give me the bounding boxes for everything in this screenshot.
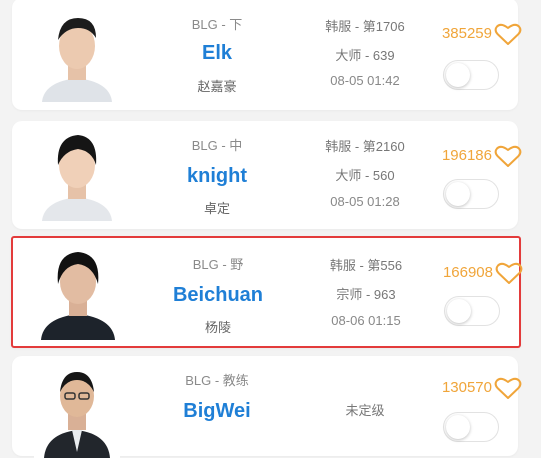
player-card[interactable]: BLG - 下 Elk 赵嘉豪 韩服 - 第1706 大师 - 639 08-0… <box>12 0 522 110</box>
tier-score: 大师 - 639 <box>335 48 395 63</box>
follow-toggle[interactable] <box>443 412 499 442</box>
toggle-knob <box>446 182 470 206</box>
heart-outline-icon[interactable] <box>494 22 522 46</box>
follow-toggle[interactable] <box>443 60 499 90</box>
team-role: BLG - 下 <box>191 17 243 32</box>
team-role: BLG - 野 <box>192 257 244 272</box>
toggle-knob <box>447 299 471 323</box>
heart-outline-icon[interactable] <box>494 144 522 168</box>
player-avatar <box>34 125 120 221</box>
heart-outline-icon[interactable] <box>494 376 522 400</box>
tier-score: 宗师 - 963 <box>336 287 396 302</box>
player-avatar <box>34 6 120 102</box>
last-active-time: 08-05 01:42 <box>330 73 400 88</box>
player-name[interactable]: knight <box>152 165 282 188</box>
player-list: BLG - 下 Elk 赵嘉豪 韩服 - 第1706 大师 - 639 08-0… <box>0 0 541 458</box>
toggle-knob <box>446 63 470 87</box>
follow-toggle[interactable] <box>443 179 499 209</box>
heart-outline-icon[interactable] <box>495 261 523 285</box>
player-avatar <box>34 362 120 458</box>
last-active-time: 08-06 01:15 <box>331 313 401 328</box>
tier-score: 未定级 <box>345 403 385 418</box>
last-active-time: 08-05 01:28 <box>330 194 400 209</box>
team-role: BLG - 教练 <box>185 373 249 388</box>
player-name[interactable]: Elk <box>152 42 282 65</box>
player-card[interactable]: BLG - 中 knight 卓定 韩服 - 第2160 大师 - 560 08… <box>12 121 522 229</box>
like-count: 385259 <box>441 25 492 42</box>
player-card-selected[interactable]: BLG - 野 Beichuan 杨陵 韩服 - 第556 宗师 - 963 0… <box>11 236 523 348</box>
like-count: 196186 <box>441 147 492 164</box>
server-rank: 韩服 - 第2160 <box>325 139 405 154</box>
like-count: 130570 <box>441 379 492 396</box>
player-name[interactable]: Beichuan <box>153 284 283 307</box>
real-name: 卓定 <box>203 201 230 216</box>
server-rank: 韩服 - 第556 <box>329 258 403 273</box>
player-card[interactable]: BLG - 教练 BigWei 未定级 130570 <box>12 356 522 458</box>
real-name: 赵嘉豪 <box>197 79 237 94</box>
player-avatar <box>35 244 121 340</box>
team-role: BLG - 中 <box>191 138 243 153</box>
player-name[interactable]: BigWei <box>152 400 282 423</box>
real-name: 杨陵 <box>204 320 231 335</box>
like-count: 166908 <box>442 264 493 281</box>
toggle-knob <box>446 415 470 439</box>
tier-score: 大师 - 560 <box>335 168 395 183</box>
follow-toggle[interactable] <box>444 296 500 326</box>
server-rank: 韩服 - 第1706 <box>325 19 405 34</box>
